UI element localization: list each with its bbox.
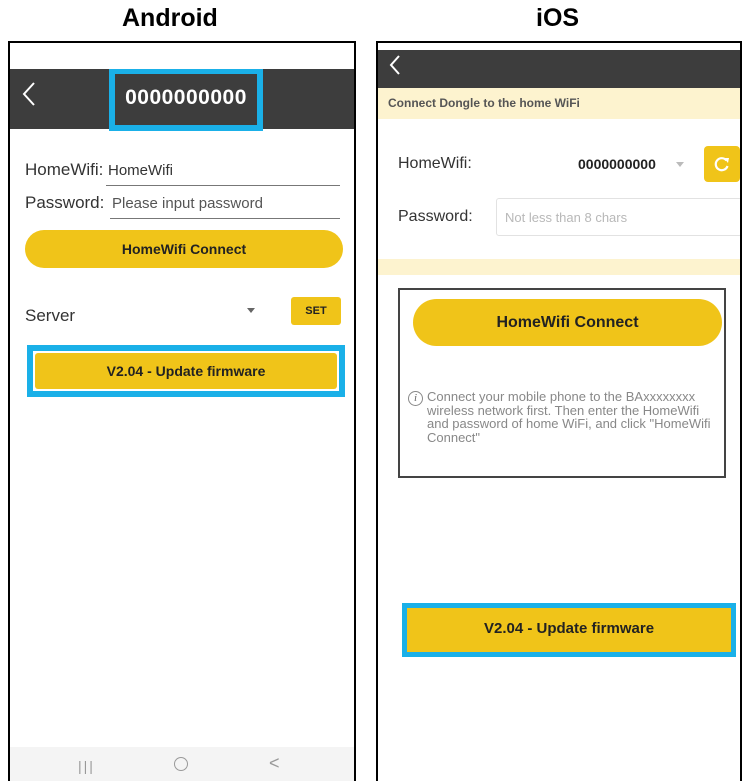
homewifi-input[interactable]: HomeWifi	[106, 156, 340, 186]
refresh-icon[interactable]	[704, 146, 740, 182]
page-title: 0000000000	[125, 86, 247, 109]
dropdown-caret-icon[interactable]	[247, 308, 255, 313]
info-icon: i	[408, 391, 423, 406]
connect-banner: Connect Dongle to the home WiFi	[378, 88, 740, 119]
password-label: Password:	[398, 208, 473, 225]
homewifi-connect-button[interactable]: HomeWifi Connect	[413, 299, 722, 346]
back-icon[interactable]: <	[269, 753, 280, 773]
highlight-marker	[376, 138, 378, 190]
dropdown-caret-icon[interactable]	[676, 162, 684, 167]
android-app-bar: 0000000000	[10, 69, 354, 131]
update-firmware-button[interactable]: V2.04 - Update firmware	[35, 353, 337, 389]
password-input[interactable]: Please input password	[110, 189, 340, 219]
info-text: Connect your mobile phone to the BAxxxxx…	[427, 389, 711, 445]
homewifi-connect-button[interactable]: HomeWifi Connect	[25, 230, 343, 268]
recent-apps-icon[interactable]: |||	[78, 756, 95, 776]
homewifi-select[interactable]: 0000000000	[578, 156, 656, 172]
home-icon[interactable]	[174, 757, 188, 771]
section-divider	[378, 259, 740, 275]
ios-screen: Connect Dongle to the home WiFi HomeWifi…	[376, 41, 742, 781]
homewifi-label: HomeWifi:	[25, 160, 104, 179]
android-nav-bar: ||| <	[10, 747, 354, 781]
chevron-left-icon[interactable]	[388, 53, 402, 83]
homewifi-row: HomeWifi: HomeWifi	[25, 156, 340, 188]
homewifi-label: HomeWifi:	[398, 155, 472, 172]
firmware-highlight: V2.04 - Update firmware	[27, 345, 345, 397]
password-row: Password: Please input password	[25, 189, 340, 221]
title-highlight: 0000000000	[109, 69, 263, 131]
password-label: Password:	[25, 193, 105, 212]
ios-nav-bar	[378, 50, 740, 88]
homewifi-row: HomeWifi: 0000000000	[398, 146, 740, 182]
chevron-left-icon[interactable]	[22, 81, 48, 115]
password-input[interactable]: Not less than 8 chars	[496, 198, 740, 236]
password-row: Password: Not less than 8 chars	[398, 198, 740, 236]
ios-column-title: iOS	[536, 4, 580, 32]
server-row: Server SET	[25, 297, 343, 331]
update-firmware-button[interactable]: V2.04 - Update firmware	[407, 608, 731, 652]
android-column-title: Android	[122, 4, 218, 32]
android-screen: 0000000000 HomeWifi: HomeWifi Password: …	[8, 41, 356, 781]
set-button[interactable]: SET	[291, 297, 341, 325]
connect-card: HomeWifi Connect i Connect your mobile p…	[398, 288, 726, 478]
server-select[interactable]: Server	[25, 306, 75, 326]
firmware-highlight: V2.04 - Update firmware	[402, 603, 736, 657]
